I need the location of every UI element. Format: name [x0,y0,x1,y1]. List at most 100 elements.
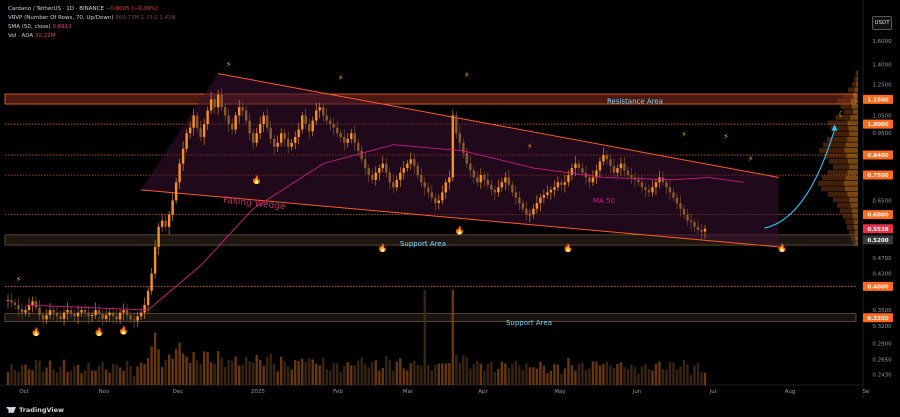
volume-bar [34,359,38,385]
candle-body [668,187,672,193]
candle-body [497,187,500,193]
candle-body [94,310,97,316]
candle-body [241,107,244,111]
candle-body [62,312,66,319]
fire-icon: 🔥 [119,325,129,335]
volume-bar [27,369,31,385]
volume-bar [279,356,283,385]
volume-bar [283,361,286,385]
candle-body [118,312,122,320]
volume-profile-bar-down [849,197,858,203]
candle-body [581,168,584,173]
candle-body [682,208,686,215]
candle-body [553,187,556,190]
time-tick-label: 2025 [251,389,265,395]
resistance-zone [4,93,857,105]
vrvp-indicator[interactable]: VRVP (Number Of Rows, 70, Up/Down) [8,15,114,21]
volume-bar [237,365,241,385]
candle-body [605,154,609,160]
volume-bar [160,366,164,385]
candle-body [195,115,199,128]
time-tick-label: Se [863,389,870,395]
candle-body [339,133,342,137]
candle-body [132,319,136,321]
candle-body [623,163,626,171]
volume-bar [703,372,707,385]
candle-body [315,110,318,121]
candle-body [311,120,314,132]
volume-bar [178,342,181,385]
volume-bar [395,361,398,385]
candle-body [20,309,24,313]
volume-indicator[interactable]: Vol · ADA [8,33,33,39]
fire-icon: 🔥 [777,242,787,252]
candle-body [227,115,230,125]
candle-body [160,220,164,227]
volume-profile-bar-up [828,169,848,175]
candle-body [209,99,213,111]
candle-body [427,187,430,193]
volume-profile-bar-up [851,235,856,241]
price-tick-label: 1.4000 [872,63,892,69]
volume-bar [528,367,532,385]
moon-icon: ☾ [838,110,845,119]
candle-body [658,177,661,183]
candle-body [157,226,160,247]
candle-body [644,187,647,190]
volume-bar [199,364,202,385]
volume-bar [633,366,637,385]
volume-profile-bar-up [844,109,854,115]
volume-bar [602,363,605,385]
volume-bar [465,357,469,385]
volume-bar [472,363,476,385]
volume-bar [343,365,346,385]
volume-bar [167,354,171,385]
volume-profile-bar-up [833,164,850,170]
candle-body [350,133,353,139]
candle-body [619,163,623,169]
volume-profile-bar-up [849,230,855,236]
volume-bar [118,367,122,385]
volume-bar [455,354,458,385]
volume-profile-bar-down [848,125,858,131]
candle-body [616,168,619,173]
price-badge-label: 0.5200 [867,238,888,244]
candle-body [101,314,104,319]
candle-body [647,189,651,193]
candle-body [213,99,216,108]
volume-profile-bar-down [855,81,858,87]
candle-body [602,154,605,162]
candle-body [640,182,644,188]
volume-bar [441,363,444,385]
volume-bar [97,365,101,385]
candle-body [665,182,668,188]
volume-bar [48,360,52,385]
sma-indicator[interactable]: SMA (50, close) [8,24,51,30]
candle-body [122,310,125,313]
currency-selector[interactable]: USDT [872,16,892,30]
candle-body [395,179,398,188]
volume-bar [462,355,465,385]
volume-profile-bar-down [850,202,858,208]
volume-bar [609,365,612,385]
price-tick-label: 0.3200 [872,324,892,330]
candle-body [696,226,700,230]
volume-profile-bar-down [853,219,858,225]
candle-body [378,168,381,173]
candle-body [146,290,150,306]
price-badge-label: 1.0000 [867,122,888,128]
volume-profile-bar-down [846,153,858,159]
volume-profile-bar-down [854,87,858,93]
price-tick-label: 0.2900 [872,341,892,347]
volume-bar [577,363,581,385]
volume-bar [297,361,300,385]
volume-bar [164,359,167,385]
volume-bar [514,360,518,385]
volume-bar [539,361,542,385]
volume-bar [76,364,80,385]
volume-bar [434,365,437,385]
volume-bar [549,370,553,385]
volume-bar [406,370,409,385]
price-chart[interactable]: 1.60001.40001.25001.05000.95000.85000.65… [0,0,900,417]
volume-bar [598,365,602,385]
